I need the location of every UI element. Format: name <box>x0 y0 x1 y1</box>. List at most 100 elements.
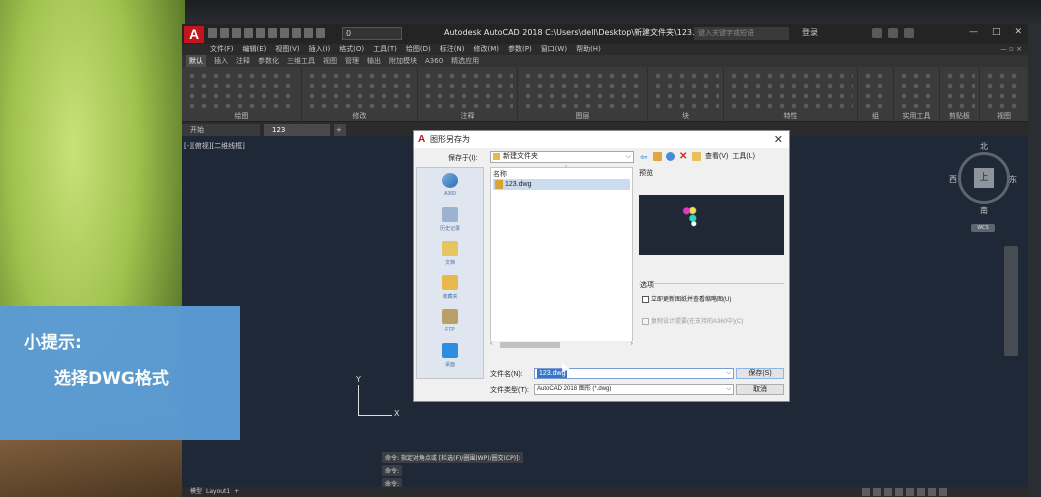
menu-dimension[interactable]: 标注(N) <box>440 44 465 55</box>
tab-a360[interactable]: A360 <box>425 55 443 67</box>
print-icon[interactable] <box>256 28 265 38</box>
ribbon-group-label[interactable]: 实用工具 <box>894 111 939 121</box>
horizontal-scrollbar[interactable]: ‹ › <box>490 340 633 349</box>
menu-parametric[interactable]: 参数(P) <box>508 44 532 55</box>
tools-menu[interactable]: 工具(L) <box>732 151 755 161</box>
place-desktop[interactable]: 桌面 <box>417 340 483 374</box>
column-header-name[interactable]: 名称 <box>493 169 507 179</box>
new-file-icon[interactable] <box>208 28 217 38</box>
help-icon[interactable] <box>904 28 914 38</box>
list-item[interactable]: 123.dwg <box>493 179 630 190</box>
menu-file[interactable]: 文件(F) <box>210 44 234 55</box>
tab-view[interactable]: 视图 <box>323 55 337 67</box>
menu-view[interactable]: 视图(V) <box>275 44 299 55</box>
ribbon-group-label[interactable]: 视图 <box>980 111 1028 121</box>
save-in-dropdown[interactable]: 新建文件夹 ⌵ <box>490 151 634 163</box>
model-tab[interactable]: 模型 <box>190 487 202 497</box>
osnap-icon[interactable] <box>906 488 914 496</box>
layer-dropdown[interactable]: 0 <box>342 27 402 40</box>
properties-tools-icons[interactable] <box>728 71 853 111</box>
compass-west[interactable]: 西 <box>949 174 957 185</box>
minimize-button[interactable]: — <box>969 27 978 37</box>
back-arrow-icon[interactable]: ⇦ <box>640 152 649 162</box>
delete-icon[interactable]: ✕ <box>679 151 688 161</box>
ribbon-group-label[interactable]: 注释 <box>418 111 517 121</box>
ribbon-group-label[interactable]: 特性 <box>724 111 857 121</box>
view-tools-icons[interactable] <box>984 71 1024 111</box>
search-input[interactable]: 键入关键字或短语 <box>694 27 789 40</box>
close-button[interactable]: ✕ <box>1014 27 1022 37</box>
customize-menu-icon[interactable] <box>939 488 947 496</box>
doc-tab-123[interactable]: 123 <box>264 124 330 136</box>
annotation-tools-icons[interactable] <box>422 71 513 111</box>
tab-output[interactable]: 输出 <box>367 55 381 67</box>
block-tools-icons[interactable] <box>652 71 719 111</box>
file-list[interactable]: 名称 ˆ 123.dwg <box>490 166 633 347</box>
viewcube[interactable]: 上 北 南 东 西 <box>949 142 1017 215</box>
new-folder-icon[interactable] <box>692 151 701 161</box>
scroll-left-icon[interactable]: ‹ <box>490 340 492 347</box>
autocad-logo-icon[interactable]: A <box>184 26 204 43</box>
ribbon-group-label[interactable]: 剪贴板 <box>940 111 979 121</box>
group-tools-icons[interactable] <box>862 71 889 111</box>
tab-annotate[interactable]: 注释 <box>236 55 250 67</box>
save-icon[interactable] <box>232 28 241 38</box>
chevron-down-icon[interactable]: ⌵ <box>726 385 731 394</box>
redo-icon[interactable] <box>280 28 289 38</box>
compass-east[interactable]: 东 <box>1009 174 1017 185</box>
compass-south[interactable]: 南 <box>980 205 988 216</box>
tab-default[interactable]: 默认 <box>186 55 206 67</box>
workspace-gear-icon[interactable] <box>928 488 936 496</box>
tab-parametric[interactable]: 参数化 <box>258 55 279 67</box>
ribbon-group-label[interactable]: 修改 <box>302 111 417 121</box>
viewport-controls[interactable]: [-][俯视][二维线框] <box>184 141 245 151</box>
lightbulb-icon[interactable] <box>304 28 313 38</box>
ribbon-group-label[interactable]: 图层 <box>518 111 647 121</box>
viewcube-top-face[interactable]: 上 <box>974 168 994 188</box>
scroll-right-icon[interactable]: › <box>631 340 633 347</box>
add-layout-button[interactable]: + <box>234 487 239 497</box>
tab-insert[interactable]: 插入 <box>214 55 228 67</box>
ribbon-group-label[interactable]: 块 <box>648 111 723 121</box>
modify-tools-icons[interactable] <box>306 71 413 111</box>
place-favorites[interactable]: 收藏夹 <box>417 272 483 306</box>
place-ftp[interactable]: FTP <box>417 306 483 340</box>
checkbox[interactable] <box>642 296 649 303</box>
annotation-scale-icon[interactable] <box>917 488 925 496</box>
up-folder-icon[interactable] <box>653 151 662 161</box>
chevron-down-icon[interactable]: ⌵ <box>726 369 731 378</box>
new-tab-button[interactable]: + <box>334 124 346 136</box>
layout1-tab[interactable]: Layout1 <box>206 487 230 497</box>
search-web-icon[interactable] <box>666 151 675 161</box>
place-a360[interactable]: A360 <box>417 170 483 204</box>
menu-edit[interactable]: 编辑(E) <box>243 44 267 55</box>
tab-addins[interactable]: 附加模块 <box>389 55 417 67</box>
share-icon[interactable] <box>292 28 301 38</box>
save-button[interactable]: 保存(S) <box>736 368 784 379</box>
menu-draw[interactable]: 绘图(D) <box>406 44 431 55</box>
draw-tools-icons[interactable] <box>186 71 297 111</box>
menu-window[interactable]: 窗口(W) <box>541 44 567 55</box>
compass-north[interactable]: 北 <box>980 141 988 152</box>
place-documents[interactable]: 文档 <box>417 238 483 272</box>
document-window-controls[interactable]: — ▫ × <box>1000 44 1022 55</box>
tab-featured-apps[interactable]: 精选应用 <box>451 55 479 67</box>
polar-icon[interactable] <box>895 488 903 496</box>
scroll-thumb[interactable] <box>500 342 560 348</box>
doc-tab-start[interactable]: 开始 <box>182 124 260 136</box>
clipboard-tools-icons[interactable] <box>944 71 975 111</box>
sun-icon[interactable] <box>316 28 325 38</box>
filetype-select[interactable]: AutoCAD 2018 图形 (*.dwg) ⌵ <box>534 384 734 395</box>
place-history[interactable]: 历史记录 <box>417 204 483 238</box>
menu-tools[interactable]: 工具(T) <box>373 44 397 55</box>
cancel-button[interactable]: 取消 <box>736 384 784 395</box>
undo-icon[interactable] <box>268 28 277 38</box>
menu-modify[interactable]: 修改(M) <box>473 44 499 55</box>
menu-help[interactable]: 帮助(H) <box>576 44 601 55</box>
cart-icon[interactable] <box>872 28 882 38</box>
login-button[interactable]: 登录 <box>802 27 818 38</box>
utilities-tools-icons[interactable] <box>898 71 935 111</box>
maximize-button[interactable]: □ <box>992 27 1001 37</box>
save-as-icon[interactable] <box>244 28 253 38</box>
ribbon-group-label[interactable]: 绘图 <box>182 111 301 121</box>
